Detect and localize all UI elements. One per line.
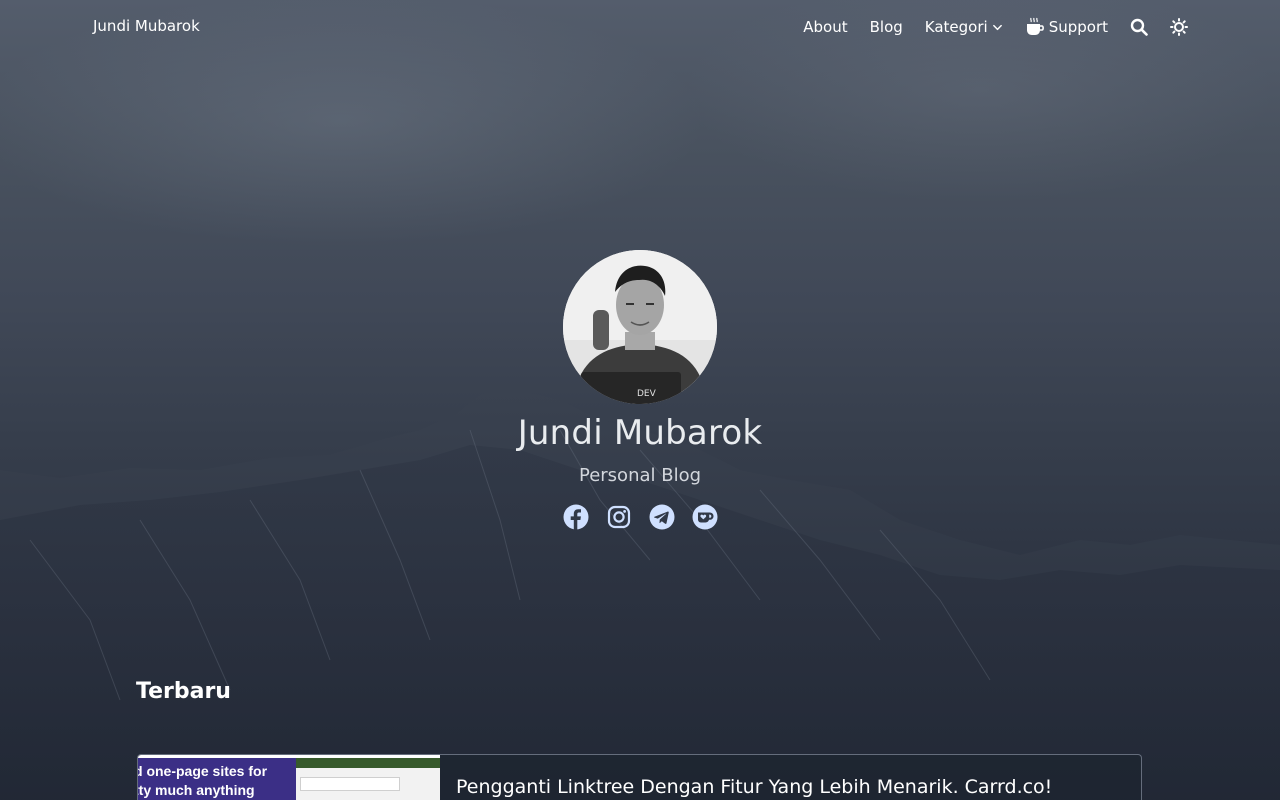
post-title: Pengganti Linktree Dengan Fitur Yang Leb… (456, 776, 1053, 798)
thumbnail-text-line: tty much anything (138, 782, 255, 798)
nav-support-link[interactable]: Support (1025, 17, 1108, 37)
thumbnail-input-box (300, 777, 400, 791)
chevron-down-icon (992, 24, 1002, 30)
page: Jundi Mubarok About Blog Kategori Suppor… (0, 0, 1280, 800)
telegram-icon (649, 504, 674, 530)
kofi-icon (692, 504, 717, 530)
sun-icon (1170, 18, 1188, 36)
nav-blog-link[interactable]: Blog (870, 18, 903, 36)
profile-name: Jundi Mubarok (517, 413, 763, 453)
avatar-photo: DEV (563, 250, 717, 404)
profile-subtitle: Personal Blog (578, 465, 702, 486)
svg-text:DEV: DEV (637, 389, 657, 399)
profile-hero: DEV Jundi Mubarok Personal Blog (0, 250, 1280, 530)
thumbnail-header-bar (296, 758, 440, 768)
site-brand[interactable]: Jundi Mubarok (93, 17, 200, 35)
coffee-icon (1026, 17, 1044, 35)
theme-toggle-button[interactable] (1170, 18, 1188, 36)
latest-section-title: Terbaru (136, 679, 231, 704)
avatar: DEV (563, 250, 717, 404)
instagram-link[interactable] (606, 504, 632, 530)
thumbnail-text-panel: d one-page sites for tty much anything (138, 758, 296, 800)
nav-about-link[interactable]: About (803, 18, 847, 36)
social-links (563, 504, 718, 530)
facebook-link[interactable] (563, 504, 589, 530)
nav-links: About Blog Kategori Support (803, 14, 1188, 40)
nav-kategori-label: Kategori (924, 18, 988, 36)
nav-support-label: Support (1048, 18, 1108, 36)
post-card[interactable]: d one-page sites for tty much anything P… (137, 754, 1142, 800)
search-button[interactable] (1130, 18, 1148, 36)
instagram-icon (607, 505, 630, 529)
post-thumbnail: d one-page sites for tty much anything (138, 755, 440, 800)
facebook-icon (563, 504, 588, 530)
navbar: Jundi Mubarok About Blog Kategori Suppor… (0, 0, 1280, 54)
search-icon (1130, 18, 1148, 36)
nav-kategori-dropdown[interactable]: Kategori (925, 18, 1003, 36)
thumbnail-text-line: d one-page sites for (138, 763, 268, 779)
kofi-link[interactable] (692, 504, 718, 530)
telegram-link[interactable] (649, 504, 675, 530)
